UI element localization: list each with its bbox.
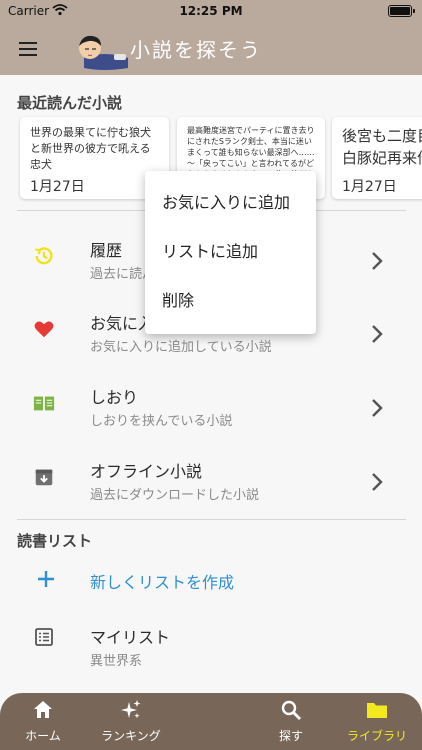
chevron-right-icon — [372, 473, 383, 491]
create-list-label: 新しくリストを作成 — [90, 573, 235, 592]
item-title: 履歴 — [90, 241, 123, 260]
tab-ranking[interactable]: ランキング — [86, 693, 176, 750]
tab-label: ランキング — [101, 729, 161, 743]
search-icon — [281, 700, 301, 720]
item-subtitle: お気に入りに追加している小説 — [90, 340, 272, 355]
item-subtitle: 過去にダウンロードした小説 — [90, 488, 260, 503]
tab-label: 探す — [278, 729, 303, 743]
app-header: 小説を探そう — [0, 22, 422, 75]
recent-novels-title: 最近読んだ小説 — [17, 94, 123, 112]
library-item-offline[interactable]: オフライン小説 過去にダウンロードした小説 — [0, 448, 422, 520]
tab-search[interactable]: 探す — [262, 693, 320, 750]
heart-icon — [34, 321, 54, 338]
library-item-bookmarks[interactable]: しおり しおりを挟んでいる小説 — [0, 374, 422, 446]
novel-card[interactable]: 後宮も二度目なら 白豚妃再来伝 1月27日 — [332, 117, 422, 199]
item-subtitle: 異世界系 — [90, 654, 143, 669]
folder-icon — [367, 703, 387, 718]
hamburger-menu-icon[interactable] — [17, 40, 41, 58]
status-time: 12:25 PM — [179, 4, 243, 18]
divider — [17, 519, 406, 520]
item-subtitle: しおりを挟んでいる小説 — [90, 414, 233, 429]
novel-subtitle: 白豚妃再来伝 — [342, 149, 422, 167]
chevron-right-icon — [372, 399, 383, 417]
sparkle-icon — [121, 700, 141, 719]
menu-item-add-favorite[interactable]: お気に入りに追加 — [145, 179, 316, 227]
chevron-right-icon — [372, 325, 383, 343]
item-title: マイリスト — [90, 628, 171, 647]
tab-home[interactable]: ホーム — [12, 693, 74, 750]
download-box-icon — [35, 469, 53, 486]
menu-item-delete[interactable]: 削除 — [145, 277, 316, 325]
bottom-navigation: ホーム ランキング 探す ライブラリ — [0, 693, 422, 750]
reading-list-item[interactable]: マイリスト 異世界系 — [0, 618, 422, 674]
home-icon — [34, 701, 52, 718]
history-icon — [35, 247, 53, 265]
item-title: しおり — [90, 388, 139, 407]
create-list-button[interactable]: 新しくリストを作成 — [0, 560, 422, 600]
novel-title: 世界の最果てに佇む狼犬と新世界の彼方で吼える忠犬 — [30, 126, 151, 171]
tab-label: ライブラリ — [346, 729, 407, 743]
item-title: オフライン小説 — [90, 462, 203, 481]
book-icon — [33, 396, 55, 411]
tab-library[interactable]: ライブラリ — [336, 693, 418, 750]
status-bar: Carrier 12:25 PM — [0, 0, 422, 22]
tab-label: ホーム — [25, 729, 61, 743]
plus-icon — [38, 571, 54, 587]
novel-date: 1月27日 — [30, 179, 85, 195]
novel-date: 1月27日 — [342, 179, 397, 195]
chevron-right-icon — [372, 252, 383, 270]
menu-item-add-to-list[interactable]: リストに追加 — [145, 228, 316, 276]
reading-list-title: 読書リスト — [17, 532, 93, 550]
battery-icon — [388, 5, 415, 17]
sleeping-person-logo — [79, 35, 128, 70]
list-icon — [35, 628, 53, 646]
novel-title: 後宮も二度目なら — [342, 127, 422, 145]
context-menu: お気に入りに追加 リストに追加 削除 — [145, 171, 316, 334]
app-title: 小説を探そう — [130, 38, 262, 62]
